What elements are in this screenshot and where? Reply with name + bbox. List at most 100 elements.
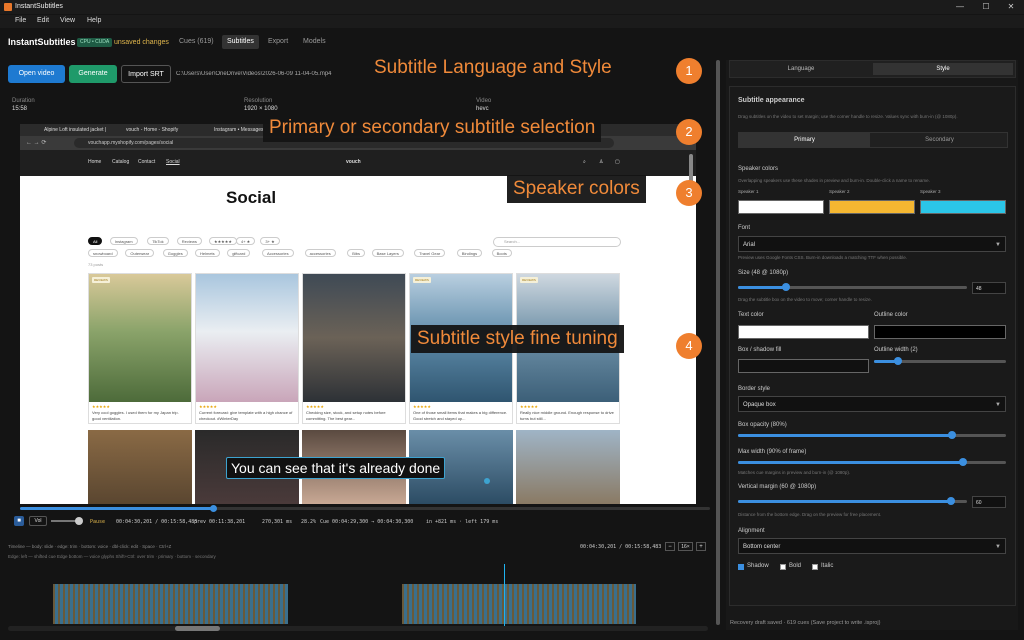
browser-nav-icons: ← → ⟳ [26,140,47,146]
slider-knob[interactable] [893,357,902,365]
speaker-1-color-swatch[interactable] [738,200,824,214]
tab-models[interactable]: Models [298,35,331,49]
post-card: ★★★★★ Checking size, stock, and setup no… [302,273,406,424]
tag-chip: Travel Gear [414,249,446,257]
font-select[interactable]: Arial ▼ [738,236,1006,252]
vertical-margin-input[interactable]: 60 [972,496,1006,508]
alignment-select[interactable]: Bottom center ▼ [738,538,1006,554]
playback-controls: ■ Vol Pause 00:04:30,201 / 00:15:58,483 … [8,504,710,532]
duration-ms: 270,301 ms [262,519,293,525]
tab-language[interactable]: Language [731,63,871,75]
speaker-name[interactable]: Speaker 3 [920,189,941,194]
chevron-down-icon: ▼ [995,402,1001,408]
outline-color-swatch[interactable] [874,325,1006,339]
italic-checkbox[interactable] [812,564,818,570]
slider-fill [738,434,953,437]
subtitle-resize-handle[interactable] [484,478,490,484]
slider-knob[interactable] [946,497,955,505]
filter-chip: TikTok [147,237,169,245]
cue-block[interactable] [402,584,636,624]
vertical-margin-hint: Distance from the bottom edge. Drag on t… [738,512,882,517]
volume-knob[interactable] [75,517,83,525]
site-nav-social: Social [166,159,180,165]
playhead[interactable] [504,564,505,626]
post-text: Really nice middle ground. Enough respon… [520,410,614,421]
filter-chip: 3+ ★ [260,237,280,245]
reviews-badge: REVIEWS [92,277,110,283]
size-input[interactable]: 48 [972,282,1006,294]
timeline-hint: Timeline — body: slide · edge: trim · bo… [8,544,172,549]
menu-view[interactable]: View [60,17,75,24]
minimize-icon[interactable]: — [952,2,968,11]
max-width-slider[interactable] [738,458,1006,466]
timeline-panel: Timeline — body: slide · edge: trim · bo… [0,538,716,638]
post-image [303,274,405,402]
speaker-name[interactable]: Speaker 2 [829,189,850,194]
outline-width-label: Outline width (2) [874,347,918,353]
text-color-label: Text color [738,312,764,318]
panel-divider-scrollbar[interactable] [716,60,720,625]
post-count: 73 posts [88,262,104,267]
vertical-margin-slider[interactable] [738,497,967,505]
social-heading: Social [226,188,277,207]
callout-number: 2 [676,119,702,145]
box-color-swatch[interactable] [738,359,869,373]
subtab-secondary[interactable]: Secondary [872,133,1007,147]
zoom-out-button[interactable]: − [665,542,675,551]
slider-fill [738,500,951,503]
subtitle-overlay[interactable]: You can see that it's already done [226,457,446,479]
site-logo: vouch [346,159,361,165]
zoom-level[interactable]: 16× [678,542,693,551]
subtab-primary[interactable]: Primary [739,133,870,147]
border-style-select[interactable]: Opaque box ▼ [738,396,1006,412]
stop-icon[interactable]: ■ [14,516,24,526]
timeline-scroll-thumb[interactable] [175,626,220,631]
box-opacity-slider[interactable] [738,431,1006,439]
post-image [196,274,298,402]
tab-subtitles[interactable]: Subtitles [222,35,259,49]
menu-file[interactable]: File [15,17,26,24]
speaker-name[interactable]: Speaker 1 [738,189,759,194]
cue-block[interactable] [53,584,288,624]
play-state[interactable]: Pause [90,519,105,525]
site-search-box: Search... [493,237,621,247]
vertical-margin-label: Vertical margin (60 @ 1080p) [738,484,817,490]
text-color-swatch[interactable] [738,325,869,339]
site-search-icon: ⌕ [583,159,586,165]
percent: 28.2% [301,519,317,525]
volume-button[interactable]: Vol [29,516,47,526]
tab-cues[interactable]: Cues (619) [174,35,219,49]
tab-style[interactable]: Style [873,63,1013,75]
tab-export[interactable]: Export [263,35,293,49]
shadow-checkbox[interactable] [738,564,744,570]
timeline-scrollbar[interactable] [8,626,708,631]
post-card: REVIEWS ★★★★★ Very cool goggles. I used … [88,273,192,424]
maximize-icon[interactable]: ☐ [978,2,994,11]
section-hint: Drag subtitles on the video to set margi… [738,114,958,119]
app-header: InstantSubtitles CPU • CUDA unsaved chan… [0,30,716,54]
timeline-time: 00:04:30,201 / 00:15:58,483 [580,544,662,550]
settings-panel: Language Style Subtitle appearance Drag … [726,60,1018,630]
font-value: Arial [743,242,756,248]
zoom-in-button[interactable]: + [696,542,706,551]
post-stars: ★★★★★ [306,404,324,409]
video-label: Video [476,98,492,104]
import-srt-button[interactable]: Import SRT [121,65,171,83]
site-nav-home: Home [88,159,102,165]
unsaved-indicator: unsaved changes [114,39,169,46]
menu-help[interactable]: Help [87,17,101,24]
cue-range: Cue 00:04:29,300 → 00:04:30,300 [320,519,414,525]
bold-checkbox[interactable] [780,564,786,570]
menu-edit[interactable]: Edit [37,17,49,24]
post-text: Very cool goggles. I used them for my Ja… [92,410,179,421]
size-slider[interactable] [738,283,967,291]
outline-width-slider[interactable] [874,357,1006,365]
speaker-3-color-swatch[interactable] [920,200,1006,214]
close-icon[interactable]: ✕ [1003,2,1019,11]
seek-handle[interactable] [210,505,218,512]
post-text: Current forecast: give template with a h… [199,410,293,421]
generate-button[interactable]: Generate [69,65,117,83]
speaker-2-color-swatch[interactable] [829,200,915,214]
open-video-button[interactable]: Open video [8,65,65,83]
callout-label: Subtitle style fine tuning [411,325,624,353]
